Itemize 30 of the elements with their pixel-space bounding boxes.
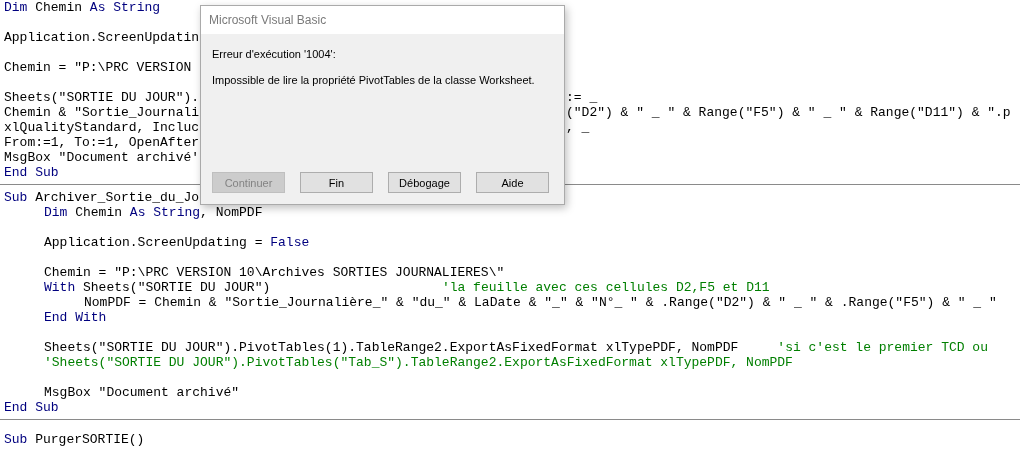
code-text: Application.ScreenUpdating = False: [44, 235, 310, 250]
error-message: Impossible de lire la propriété PivotTables de la classe Worksheet.: [212, 74, 536, 86]
code-text: := _: [566, 90, 598, 105]
code-text: Sub PurgerSORTIE(): [4, 432, 145, 447]
code-text: Application.ScreenUpdatin: [4, 30, 200, 45]
code-text: End Sub: [4, 165, 59, 180]
code-text: End Sub: [4, 400, 59, 415]
code-text: With Sheets("SORTIE DU JOUR") 'la feuille avec ces cellules D2,F5 et D11: [44, 280, 770, 295]
code-text: , _: [566, 120, 590, 135]
code-text: Chemin & "Sortie_Journali: [4, 105, 201, 120]
dialog-title: Microsoft Visual Basic: [201, 6, 564, 34]
dialog-button[interactable]: Fin: [300, 172, 373, 193]
code-text: Chemin = "P:\PRC VERSION: [4, 60, 192, 75]
code-text: From:=1, To:=1, OpenAfter: [4, 135, 200, 150]
code-text: xlQualityStandard, Incluc: [4, 120, 201, 135]
code-text: Sheets("SORTIE DU JOUR").PivotTables(1).TableRange2.ExportAsFixedFormat xlTypePDF, NomPDF 'si c'est le premier TCD ou: [44, 340, 988, 355]
code-text: Chemin = "P:\PRC VERSION 10\Archives SORTIES JOURNALIERES\": [44, 265, 505, 280]
dialog-button[interactable]: Aide: [476, 172, 549, 193]
code-text: 'Sheets("SORTIE DU JOUR").PivotTables("Tab_S").TableRange2.ExportAsFixedFormat xlTypePDF, NomPDF: [44, 355, 793, 370]
error-message: Erreur d'exécution '1004':: [212, 48, 337, 60]
code-text: Sheets("SORTIE DU JOUR").: [4, 90, 201, 105]
code-text: End With: [44, 310, 107, 325]
code-text: ("D2") & " _ " & Range("F5") & " _ " & Range("D11") & ".p: [566, 105, 1011, 120]
code-text: Dim Chemin As String, NomPDF: [44, 205, 263, 220]
code-text: NomPDF = Chemin & "Sortie_Journalière_" & "du_" & LaDate & "_" & "N°_ " & .Range("D2") & " _ " & .Range("F5") & " _ ": [84, 295, 997, 310]
code-text: MsgBox "Document archivé': [4, 150, 200, 165]
dialog-button[interactable]: Débogage: [388, 172, 461, 193]
code-text: MsgBox "Document archivé": [44, 385, 240, 400]
code-text: Sub Archiver_Sortie_du_Jo: [4, 190, 200, 205]
code-text: Dim Chemin As String: [4, 0, 161, 15]
